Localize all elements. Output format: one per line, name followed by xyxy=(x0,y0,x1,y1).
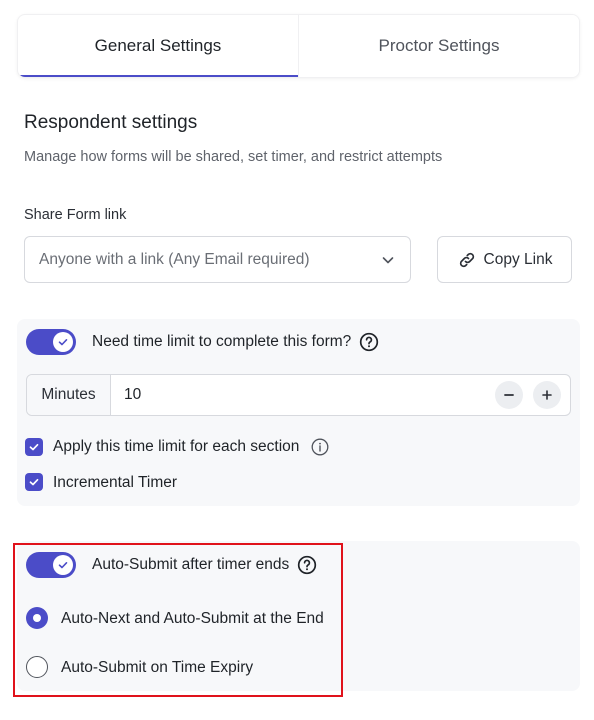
radio-auto-next-submit-label: Auto-Next and Auto-Submit at the End xyxy=(61,610,324,627)
check-icon xyxy=(58,339,68,346)
share-form-link-label: Share Form link xyxy=(24,207,127,223)
time-limit-toggle[interactable] xyxy=(26,329,76,355)
share-link-select[interactable]: Anyone with a link (Any Email required) xyxy=(24,236,411,283)
tab-proctor-settings[interactable]: Proctor Settings xyxy=(298,15,579,77)
auto-submit-toggle[interactable] xyxy=(26,552,76,578)
plus-icon xyxy=(542,390,552,400)
share-link-selected-value: Anyone with a link (Any Email required) xyxy=(39,250,310,268)
incremental-timer-label: Incremental Timer xyxy=(53,474,178,491)
copy-link-button[interactable]: Copy Link xyxy=(437,236,572,283)
radio-auto-submit-expiry-label: Auto-Submit on Time Expiry xyxy=(61,659,254,676)
increment-button[interactable] xyxy=(533,381,561,409)
section-title: Respondent settings xyxy=(24,112,198,133)
minutes-unit-label: Minutes xyxy=(27,375,111,415)
toggle-knob xyxy=(53,332,73,352)
check-icon xyxy=(58,562,68,569)
radio-auto-submit-expiry[interactable] xyxy=(26,656,48,678)
info-icon[interactable] xyxy=(311,438,329,456)
help-circle-icon[interactable] xyxy=(359,332,379,352)
copy-link-label: Copy Link xyxy=(483,250,553,268)
section-description: Manage how forms will be shared, set tim… xyxy=(24,149,443,165)
toggle-knob xyxy=(53,555,73,575)
check-icon xyxy=(29,478,39,486)
radio-dot xyxy=(33,614,41,622)
link-icon xyxy=(459,252,474,267)
tab-general-settings-label: General Settings xyxy=(94,36,222,55)
tab-proctor-settings-label: Proctor Settings xyxy=(378,36,500,55)
minus-icon xyxy=(504,394,514,396)
time-limit-question: Need time limit to complete this form? xyxy=(92,333,352,350)
section-time-limit-label: Apply this time limit for each section xyxy=(53,438,300,455)
minutes-input-group: Minutes 10 xyxy=(26,374,571,416)
check-icon xyxy=(29,443,39,451)
decrement-button[interactable] xyxy=(495,381,523,409)
settings-tabs: General Settings Proctor Settings xyxy=(17,14,580,78)
help-circle-icon[interactable] xyxy=(297,555,317,575)
incremental-timer-checkbox[interactable] xyxy=(25,473,43,491)
radio-auto-next-submit[interactable] xyxy=(26,607,48,629)
auto-submit-label: Auto-Submit after timer ends xyxy=(92,556,290,573)
chevron-down-icon xyxy=(382,256,394,263)
section-time-limit-checkbox[interactable] xyxy=(25,438,43,456)
tab-general-settings[interactable]: General Settings xyxy=(18,15,298,77)
